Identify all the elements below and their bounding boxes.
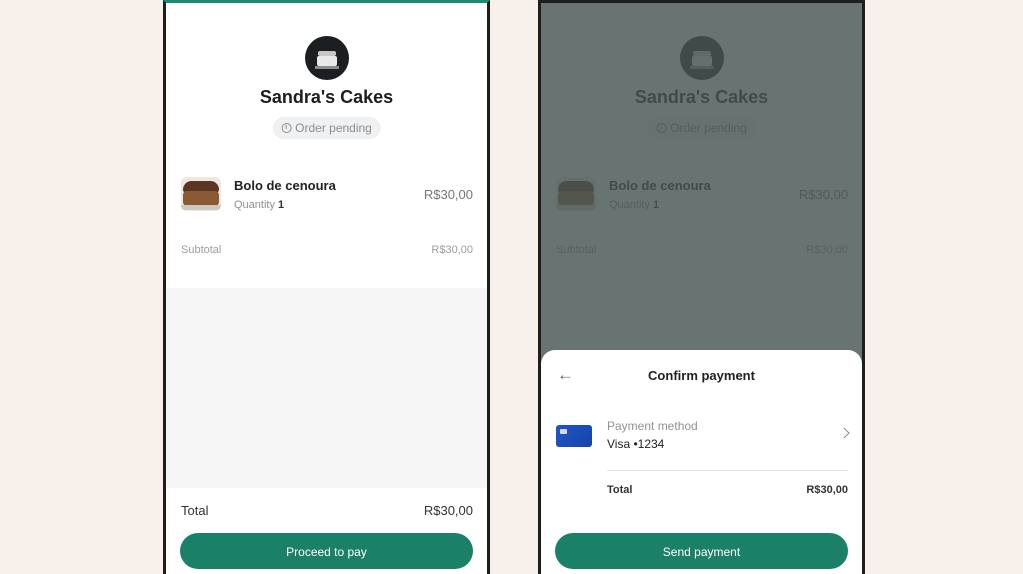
sheet-title: Confirm payment: [648, 368, 755, 383]
order-status-label: Order pending: [295, 121, 372, 135]
sheet-total-value: R$30,00: [806, 484, 848, 496]
order-status-badge: Order pending: [272, 117, 381, 139]
order-screen-background: Sandra's Cakes Order pending Bolo de cen…: [541, 3, 862, 574]
send-payment-button[interactable]: Send payment: [555, 533, 848, 569]
item-price: R$30,00: [423, 187, 473, 202]
chevron-right-icon[interactable]: [838, 427, 850, 439]
phone-screen-order: Sandra's Cakes Order pending Bolo de cen…: [163, 0, 490, 574]
item-quantity: Quantity 1: [234, 199, 285, 211]
proceed-to-pay-button[interactable]: Proceed to pay: [180, 533, 473, 569]
content-area: [166, 288, 487, 488]
payment-method-value[interactable]: Visa •1234: [607, 437, 664, 451]
phone-screen-payment: Sandra's Cakes Order pending Bolo de cen…: [538, 0, 865, 574]
payment-method-label: Payment method: [607, 419, 698, 433]
total-label: Total: [181, 503, 209, 518]
total-value: R$30,00: [423, 503, 473, 518]
shop-avatar: [304, 36, 349, 80]
sheet-total-label: Total: [607, 484, 633, 496]
shop-name: Sandra's Cakes: [259, 87, 394, 107]
subtotal-label: Subtotal: [181, 244, 222, 256]
order-screen: Sandra's Cakes Order pending Bolo de cen…: [166, 3, 487, 574]
item-thumbnail: [181, 177, 221, 211]
clock-icon: [281, 123, 292, 133]
confirm-payment-sheet: ← Confirm payment Payment method Visa •1…: [541, 350, 862, 574]
divider: [607, 470, 848, 471]
credit-card-icon: [556, 425, 592, 447]
quantity-value: 1: [278, 199, 285, 211]
item-name: Bolo de cenoura: [234, 178, 336, 193]
subtotal-value: R$30,00: [431, 244, 473, 256]
